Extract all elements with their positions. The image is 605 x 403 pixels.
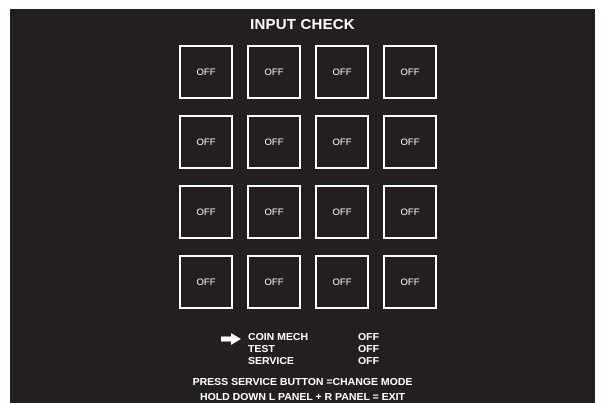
- pad-14: OFF: [247, 255, 301, 309]
- switch-name-coin-mech: COIN MECH: [248, 331, 309, 343]
- pad-status: OFF: [400, 66, 420, 78]
- pad-status: OFF: [196, 136, 216, 148]
- switch-name-service: SERVICE: [248, 355, 294, 367]
- input-check-screen: INPUT CHECK OFF OFF OFF OFF OFF OFF OFF …: [10, 9, 595, 403]
- pad-status: OFF: [400, 276, 420, 288]
- pad-status: OFF: [332, 136, 352, 148]
- pad-10: OFF: [247, 185, 301, 239]
- pad-4: OFF: [383, 45, 437, 99]
- pad-3: OFF: [315, 45, 369, 99]
- pad-6: OFF: [247, 115, 301, 169]
- pad-status: OFF: [264, 206, 284, 218]
- pad-status: OFF: [400, 136, 420, 148]
- instruction-change-mode: PRESS SERVICE BUTTON =CHANGE MODE: [192, 376, 413, 388]
- pad-16: OFF: [383, 255, 437, 309]
- pad-status: OFF: [196, 276, 216, 288]
- pad-status: OFF: [264, 136, 284, 148]
- pad-8: OFF: [383, 115, 437, 169]
- pad-11: OFF: [315, 185, 369, 239]
- pad-7: OFF: [315, 115, 369, 169]
- pad-status: OFF: [196, 66, 216, 78]
- pad-status: OFF: [264, 276, 284, 288]
- pad-status: OFF: [332, 66, 352, 78]
- switch-state-test: OFF: [358, 343, 379, 355]
- screen-title: INPUT CHECK: [250, 16, 355, 33]
- switch-state-service: OFF: [358, 355, 379, 367]
- pad-status: OFF: [332, 206, 352, 218]
- instruction-exit: HOLD DOWN L PANEL + R PANEL = EXIT: [200, 391, 405, 403]
- pad-status: OFF: [196, 206, 216, 218]
- switch-state-coin-mech: OFF: [358, 331, 379, 343]
- pad-2: OFF: [247, 45, 301, 99]
- pad-13: OFF: [179, 255, 233, 309]
- pad-9: OFF: [179, 185, 233, 239]
- pad-15: OFF: [315, 255, 369, 309]
- arrow-right-icon: [221, 333, 241, 345]
- pad-5: OFF: [179, 115, 233, 169]
- pad-status: OFF: [264, 66, 284, 78]
- pad-1: OFF: [179, 45, 233, 99]
- switch-name-test: TEST: [248, 343, 275, 355]
- pad-12: OFF: [383, 185, 437, 239]
- pad-status: OFF: [400, 206, 420, 218]
- pad-status: OFF: [332, 276, 352, 288]
